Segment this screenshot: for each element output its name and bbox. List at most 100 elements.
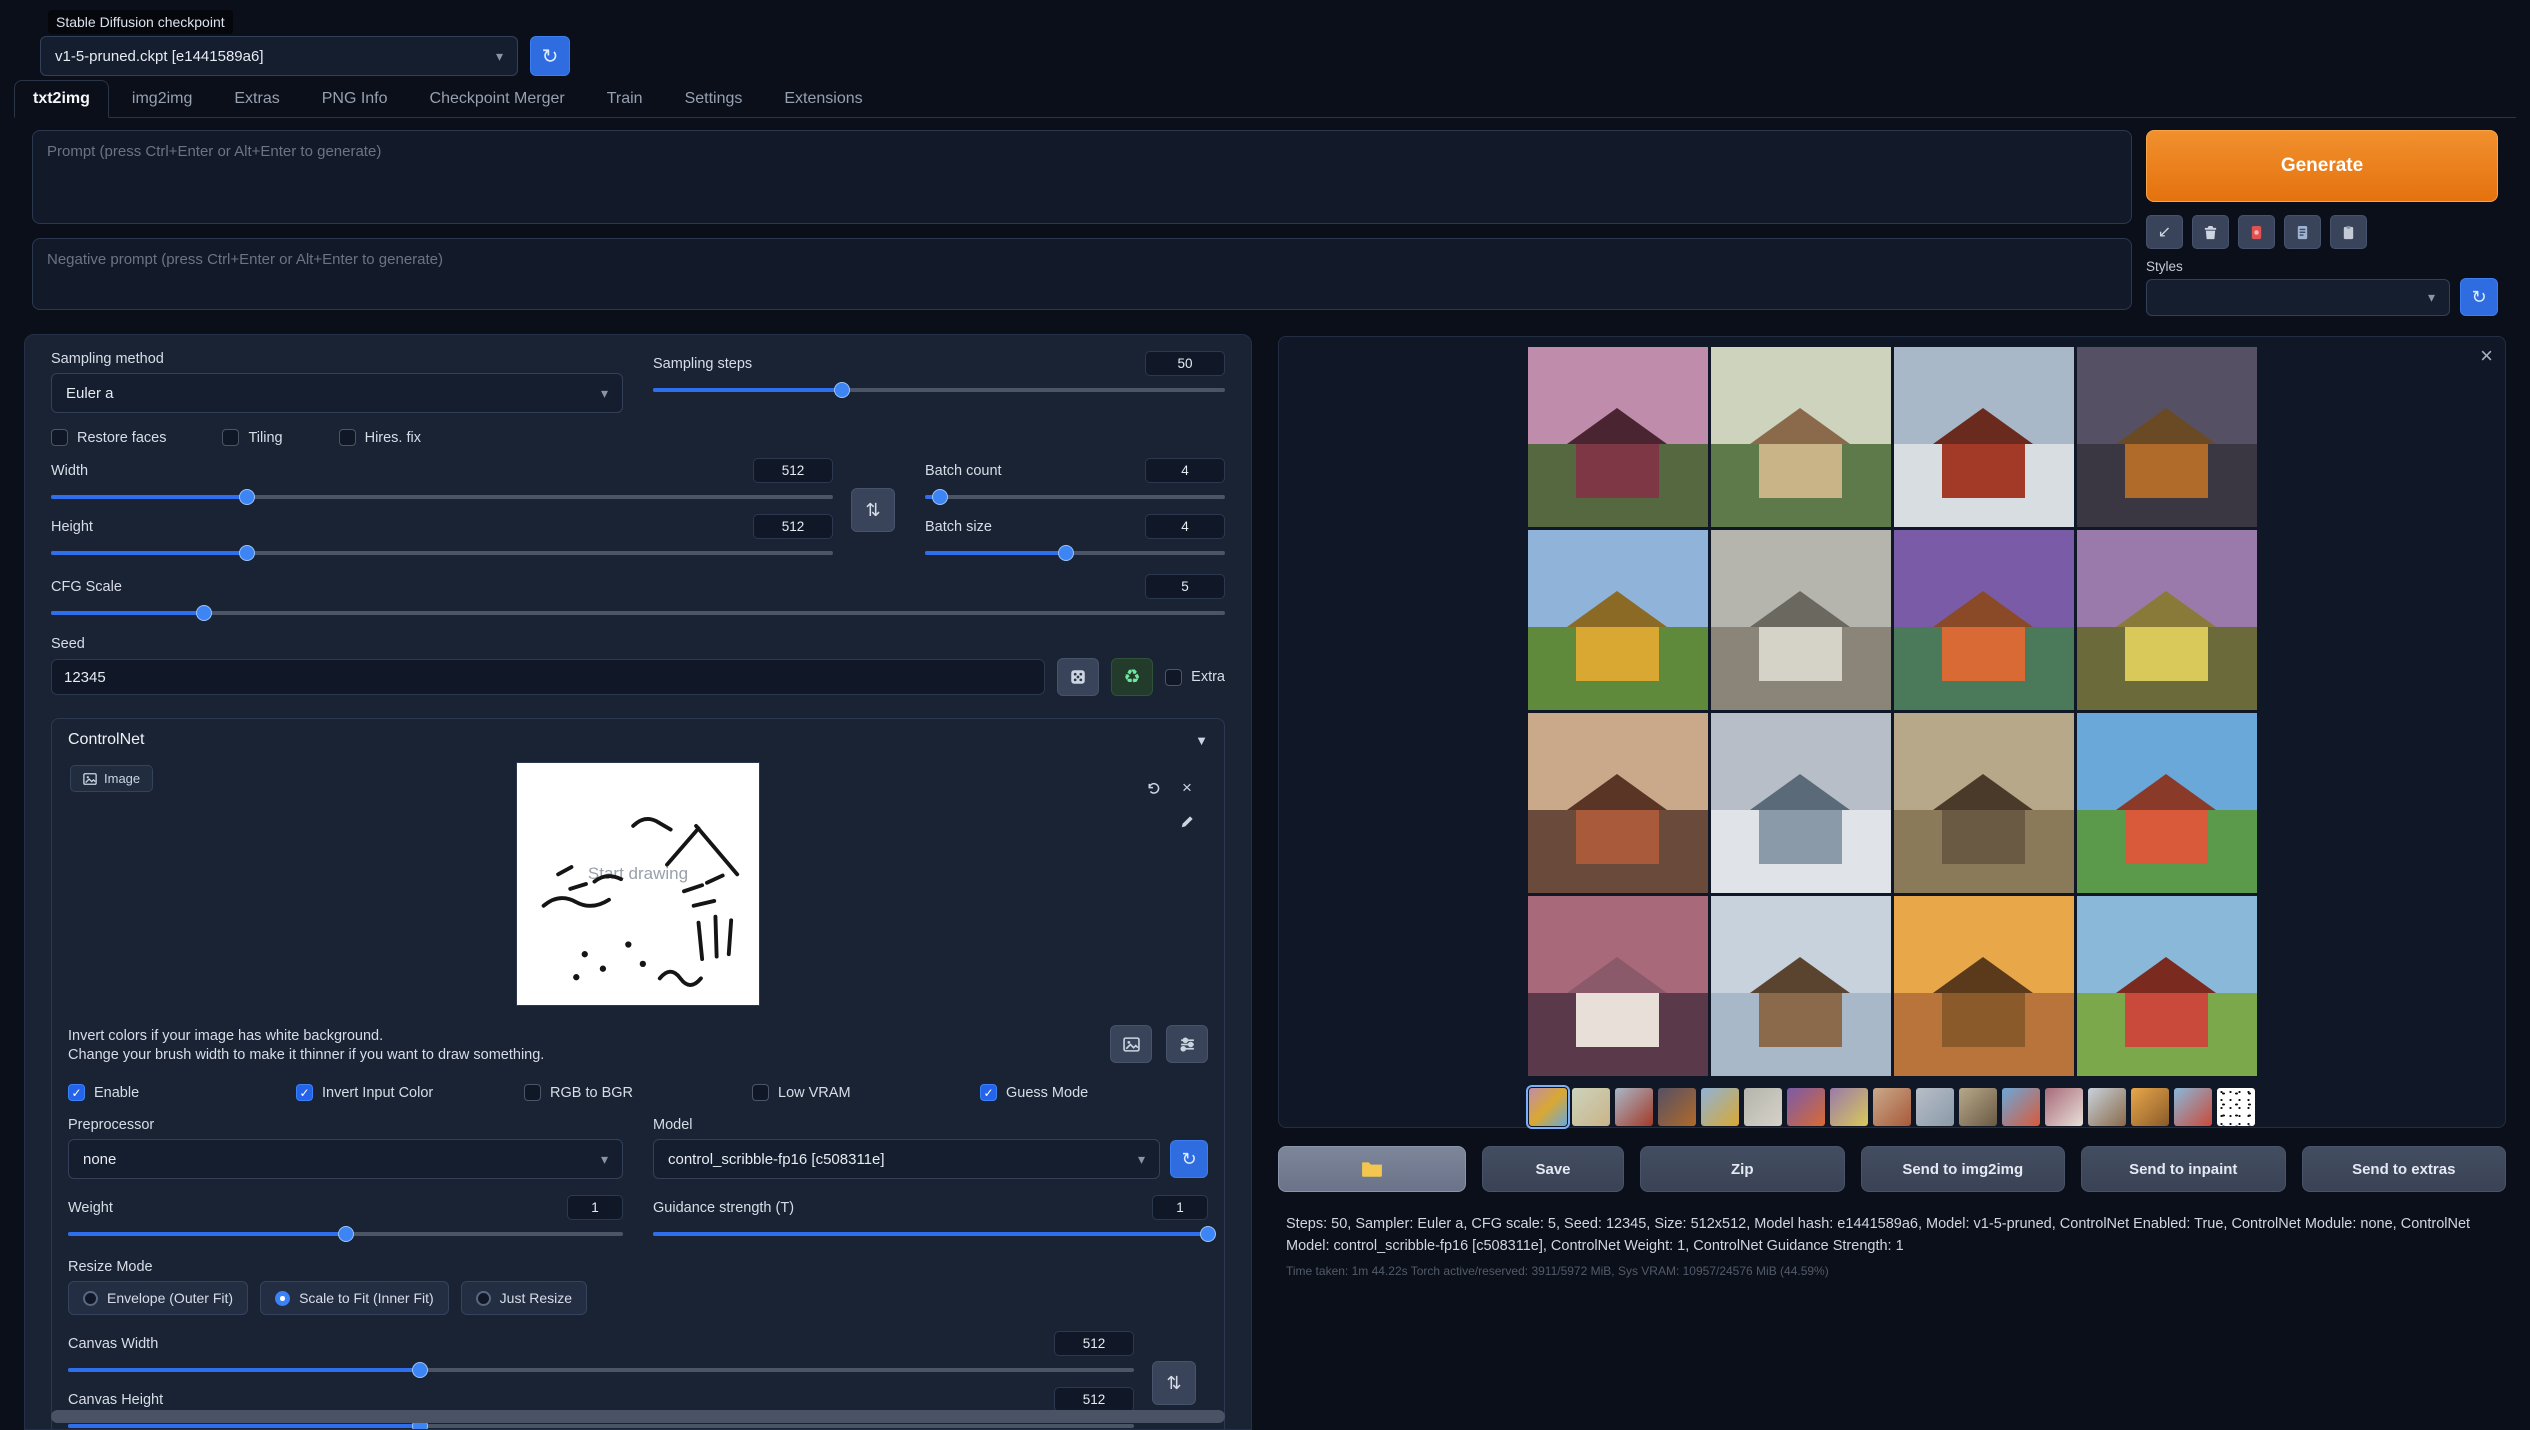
- tab-extras[interactable]: Extras: [215, 80, 298, 118]
- gallery-image[interactable]: [2077, 713, 2257, 893]
- style-card-button[interactable]: [2238, 215, 2275, 249]
- image-tab[interactable]: Image: [70, 765, 153, 792]
- open-image-button[interactable]: [1110, 1025, 1152, 1063]
- prompt-input[interactable]: [32, 130, 2132, 224]
- gallery-image[interactable]: [2077, 896, 2257, 1076]
- rgb-to-bgr-checkbox[interactable]: RGB to BGR: [524, 1084, 752, 1101]
- drawing-canvas[interactable]: Start drawing: [517, 763, 759, 1005]
- send-to-extras-button[interactable]: Send to extras: [2302, 1146, 2507, 1192]
- weight-slider[interactable]: [68, 1225, 623, 1243]
- cfg-scale-slider[interactable]: [51, 604, 1225, 622]
- gallery-thumbnail[interactable]: [1873, 1088, 1911, 1126]
- canvas-settings-button[interactable]: [1166, 1025, 1208, 1063]
- tab-extensions[interactable]: Extensions: [765, 80, 881, 118]
- gallery-image[interactable]: [1528, 347, 1708, 527]
- brush-tool-button[interactable]: [1176, 811, 1198, 833]
- gallery-image[interactable]: [2077, 347, 2257, 527]
- sampling-steps-value[interactable]: 50: [1145, 351, 1225, 376]
- height-slider[interactable]: [51, 544, 833, 562]
- negative-prompt-input[interactable]: [32, 238, 2132, 310]
- tab-txt2img[interactable]: txt2img: [14, 80, 109, 118]
- refresh-checkpoint-button[interactable]: ↻: [530, 36, 570, 76]
- gallery-thumbnail[interactable]: [2045, 1088, 2083, 1126]
- gallery-thumbnail[interactable]: [1529, 1088, 1567, 1126]
- refresh-models-button[interactable]: ↻: [1170, 1140, 1208, 1178]
- gallery-image[interactable]: [1894, 713, 2074, 893]
- save-style-button[interactable]: [2284, 215, 2321, 249]
- gallery-thumbnail[interactable]: [1701, 1088, 1739, 1126]
- clear-prompt-button[interactable]: [2192, 215, 2229, 249]
- gallery-image[interactable]: [1528, 713, 1708, 893]
- invert-input-color-checkbox[interactable]: Invert Input Color: [296, 1084, 524, 1101]
- read-params-button[interactable]: ↙: [2146, 215, 2183, 249]
- low-vram-checkbox[interactable]: Low VRAM: [752, 1084, 980, 1101]
- refresh-styles-button[interactable]: ↻: [2460, 278, 2498, 316]
- gallery-thumbnail[interactable]: [2217, 1088, 2255, 1126]
- clear-image-button[interactable]: ×: [1176, 777, 1198, 799]
- gallery-image[interactable]: [1528, 896, 1708, 1076]
- apply-style-button[interactable]: [2330, 215, 2367, 249]
- tab-img2img[interactable]: img2img: [113, 80, 211, 118]
- enable-checkbox[interactable]: Enable: [68, 1084, 296, 1101]
- open-output-folder-button[interactable]: [1278, 1146, 1466, 1192]
- swap-canvas-dimensions-button[interactable]: ⇅: [1152, 1361, 1196, 1405]
- guidance-strength-value[interactable]: 1: [1152, 1195, 1208, 1220]
- gallery-image[interactable]: [1711, 896, 1891, 1076]
- reuse-seed-button[interactable]: ♻: [1111, 658, 1153, 696]
- gallery-thumbnail[interactable]: [2131, 1088, 2169, 1126]
- gallery-thumbnail[interactable]: [2088, 1088, 2126, 1126]
- gallery-thumbnail[interactable]: [2002, 1088, 2040, 1126]
- bottom-scrollbar[interactable]: [51, 1410, 1225, 1423]
- gallery-image[interactable]: [1711, 347, 1891, 527]
- resize-scale-to-fit-radio[interactable]: Scale to Fit (Inner Fit): [260, 1281, 449, 1315]
- gallery-thumbnail[interactable]: [1744, 1088, 1782, 1126]
- controlnet-accordion-header[interactable]: ControlNet ▼: [52, 719, 1224, 761]
- height-value[interactable]: 512: [753, 514, 833, 539]
- gallery-thumbnail[interactable]: [1615, 1088, 1653, 1126]
- canvas-height-value[interactable]: 512: [1054, 1387, 1134, 1412]
- gallery-image[interactable]: [1894, 347, 2074, 527]
- sampling-steps-slider[interactable]: [653, 381, 1225, 399]
- width-slider[interactable]: [51, 488, 833, 506]
- tiling-checkbox[interactable]: Tiling: [222, 429, 282, 446]
- gallery-image[interactable]: [1894, 530, 2074, 710]
- gallery-image[interactable]: [1528, 530, 1708, 710]
- close-gallery-button[interactable]: ×: [2480, 343, 2493, 369]
- gallery-thumbnail[interactable]: [2174, 1088, 2212, 1126]
- gallery-image[interactable]: [1711, 713, 1891, 893]
- seed-input[interactable]: [51, 659, 1045, 695]
- guess-mode-checkbox[interactable]: Guess Mode: [980, 1084, 1208, 1101]
- gallery-thumbnail[interactable]: [1572, 1088, 1610, 1126]
- canvas-width-value[interactable]: 512: [1054, 1331, 1134, 1356]
- resize-envelope-radio[interactable]: Envelope (Outer Fit): [68, 1281, 248, 1315]
- batch-count-slider[interactable]: [925, 488, 1225, 506]
- resize-just-resize-radio[interactable]: Just Resize: [461, 1281, 587, 1315]
- generate-button[interactable]: Generate: [2146, 130, 2498, 202]
- tab-settings[interactable]: Settings: [666, 80, 762, 118]
- save-button[interactable]: Save: [1482, 1146, 1624, 1192]
- width-value[interactable]: 512: [753, 458, 833, 483]
- send-to-img2img-button[interactable]: Send to img2img: [1861, 1146, 2066, 1192]
- tab-png-info[interactable]: PNG Info: [303, 80, 407, 118]
- undo-button[interactable]: [1142, 777, 1164, 799]
- gallery-thumbnail[interactable]: [1959, 1088, 1997, 1126]
- zip-button[interactable]: Zip: [1640, 1146, 1845, 1192]
- gallery-image[interactable]: [2077, 530, 2257, 710]
- canvas-width-slider[interactable]: [68, 1361, 1134, 1379]
- gallery-thumbnail[interactable]: [1916, 1088, 1954, 1126]
- cfg-scale-value[interactable]: 5: [1145, 574, 1225, 599]
- gallery-thumbnail[interactable]: [1658, 1088, 1696, 1126]
- tab-checkpoint-merger[interactable]: Checkpoint Merger: [411, 80, 584, 118]
- hires-fix-checkbox[interactable]: Hires. fix: [339, 429, 421, 446]
- guidance-strength-slider[interactable]: [653, 1225, 1208, 1243]
- tab-train[interactable]: Train: [588, 80, 662, 118]
- restore-faces-checkbox[interactable]: Restore faces: [51, 429, 166, 446]
- gallery-thumbnail[interactable]: [1787, 1088, 1825, 1126]
- preprocessor-dropdown[interactable]: none ▾: [68, 1139, 623, 1179]
- batch-size-value[interactable]: 4: [1145, 514, 1225, 539]
- gallery-thumbnail[interactable]: [1830, 1088, 1868, 1126]
- weight-value[interactable]: 1: [567, 1195, 623, 1220]
- model-dropdown[interactable]: control_scribble-fp16 [c508311e] ▾: [653, 1139, 1160, 1179]
- batch-count-value[interactable]: 4: [1145, 458, 1225, 483]
- random-seed-button[interactable]: [1057, 658, 1099, 696]
